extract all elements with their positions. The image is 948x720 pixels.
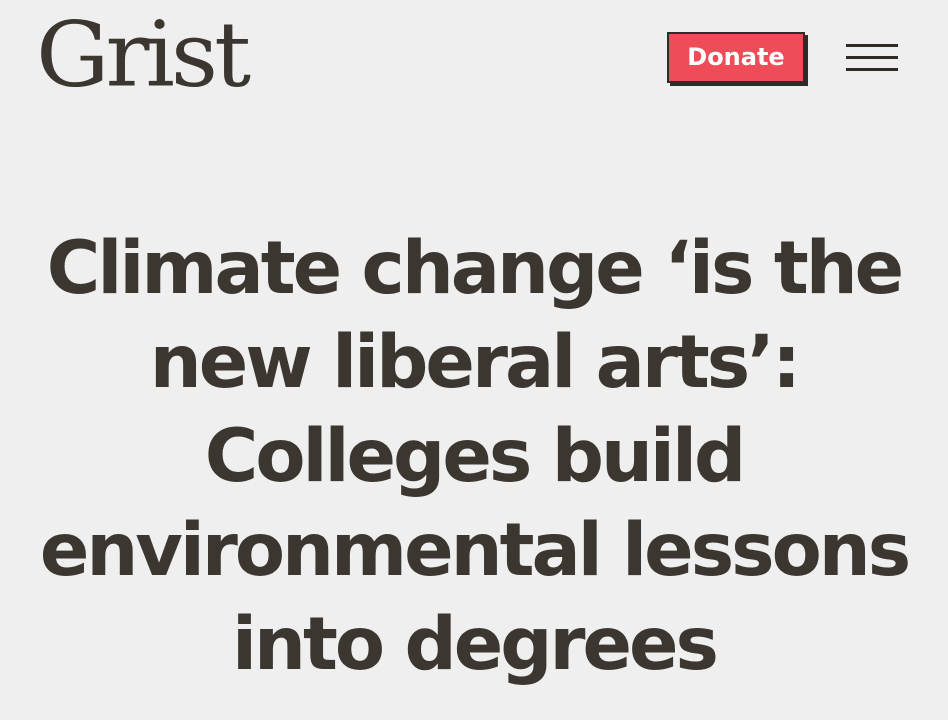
article-headline: Climate change ‘is the new liberal arts’… xyxy=(39,226,911,687)
menu-line xyxy=(846,68,898,71)
donate-button[interactable]: Donate xyxy=(667,32,805,83)
grist-logo[interactable]: Grist xyxy=(36,6,251,104)
menu-line xyxy=(846,44,898,47)
hamburger-menu-icon[interactable] xyxy=(846,44,898,72)
site-header: Grist Donate xyxy=(0,0,948,130)
menu-line xyxy=(846,56,898,59)
